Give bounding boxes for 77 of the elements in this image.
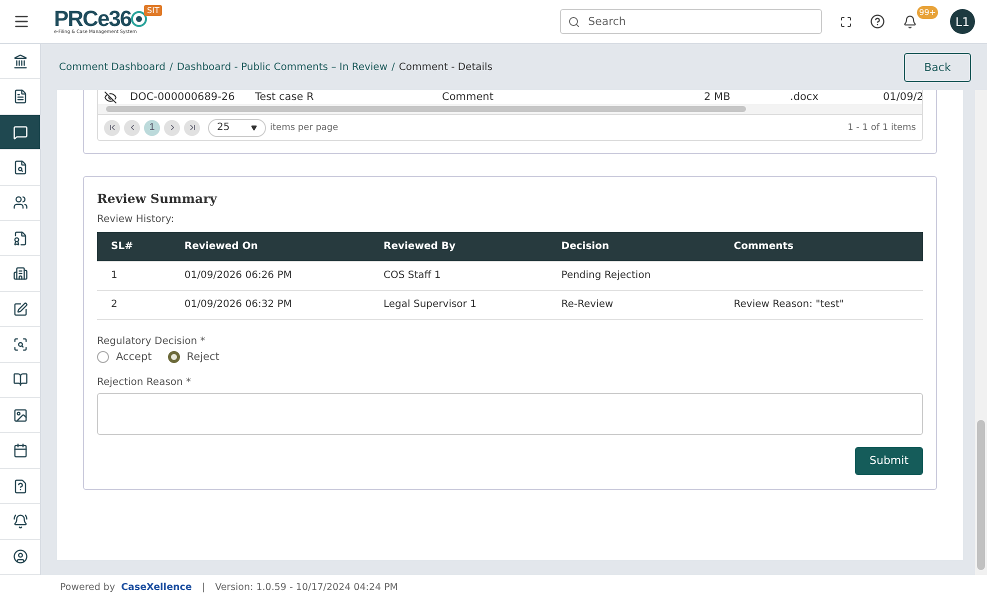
pager-summary: 1 - 1 of 1 items [848, 122, 916, 132]
sidebar-item[interactable] [0, 114, 40, 150]
user-circle-icon [12, 549, 28, 564]
building-icon [12, 266, 28, 282]
submit-button[interactable]: Submit [855, 446, 923, 474]
document-question-icon [12, 478, 28, 494]
breadcrumb-link[interactable]: Comment Dashboard [59, 62, 166, 72]
breadcrumb-separator: / [392, 62, 395, 72]
scan-icon [12, 336, 28, 352]
column-header: Decision [547, 232, 720, 261]
history-label: Review History: [97, 214, 176, 225]
table-cell-text: 2 MB [704, 91, 732, 103]
back-button[interactable]: Back [904, 52, 971, 82]
environment-badge: SIT [144, 5, 162, 16]
table-cell-text: Test case R [255, 91, 315, 103]
table-cell: Legal Supervisor 1 [370, 290, 548, 319]
page-size-label: items per page [270, 122, 338, 132]
column-header: Comments [720, 232, 923, 261]
table-cell: Review Reason: "test" [720, 290, 923, 319]
radio-option[interactable]: Reject [168, 350, 220, 362]
page-size-select[interactable]: 25 [208, 118, 266, 136]
version-text: Version: 1.0.59 - 10/17/2024 04:24 PM [215, 582, 398, 592]
user-avatar[interactable]: L1 [950, 9, 975, 34]
horizontal-scrollbar[interactable] [98, 104, 922, 114]
fullscreen-icon[interactable] [840, 16, 852, 28]
column-header: Reviewed On [170, 232, 370, 261]
table-cell: 01/09/2026 06:26 PM [170, 261, 370, 290]
search-icon [568, 16, 580, 28]
table-cell: Re-Review [547, 290, 720, 319]
breadcrumb-link[interactable]: Dashboard - Public Comments – In Review [176, 62, 388, 72]
powered-by-text: Powered by [60, 582, 116, 592]
help-icon[interactable] [870, 14, 886, 29]
decision-label: Regulatory Decision * [97, 336, 206, 346]
column-header: SL# [97, 232, 170, 261]
book-icon [12, 372, 28, 388]
vertical-scrollbar[interactable] [975, 90, 987, 575]
caret-icon [251, 124, 257, 130]
breadcrumb-separator: / [169, 62, 173, 72]
last-page-icon [188, 123, 196, 132]
table-cell: 1 [97, 261, 170, 290]
edit-square-icon [12, 302, 28, 317]
first-page-button[interactable] [104, 120, 120, 136]
breadcrumb-current: Comment - Details [398, 62, 493, 72]
column-header: Reviewed By [370, 232, 548, 261]
menu-icon[interactable] [13, 13, 30, 30]
hidden-eye-icon[interactable] [104, 90, 117, 104]
target-icon [131, 11, 148, 27]
section-title: Review Summary [97, 191, 218, 206]
message-icon [12, 124, 28, 140]
first-page-icon [108, 123, 116, 132]
radio-option[interactable]: Accept [97, 350, 152, 362]
search-input[interactable]: Search [586, 14, 814, 29]
notification-icon[interactable] [903, 14, 918, 28]
footer-separator: | [202, 582, 206, 592]
table-cell: COS Staff 1 [370, 261, 548, 290]
table-cell: 2 [97, 290, 170, 319]
table-cell-text: DOC-000000689-26 [130, 91, 236, 103]
last-page-button[interactable] [184, 120, 200, 136]
logo-text: PRCe36 [54, 8, 132, 30]
image-icon [12, 408, 28, 423]
page-button[interactable]: 1 [144, 120, 160, 136]
calendar-icon [12, 443, 28, 458]
table-cell-text: .docx [790, 91, 820, 103]
table-cell: Pending Rejection [547, 261, 720, 290]
rejection-reason-label: Rejection Reason * [97, 376, 192, 388]
bank-icon [12, 54, 28, 69]
notification-count: 99+ [917, 6, 938, 19]
table-cell: 01/09/2026 06:32 PM [170, 290, 370, 319]
document-search-icon [12, 160, 28, 175]
rejection-reason-field[interactable] [97, 392, 923, 434]
bell-icon [12, 514, 28, 529]
search-bar[interactable]: Search [560, 9, 822, 34]
users-icon [12, 195, 28, 210]
document-badge-icon [12, 230, 28, 246]
document-icon [12, 89, 28, 104]
brand-logo: CaseXellence [121, 582, 192, 592]
table-cell-text: Comment [442, 91, 494, 103]
